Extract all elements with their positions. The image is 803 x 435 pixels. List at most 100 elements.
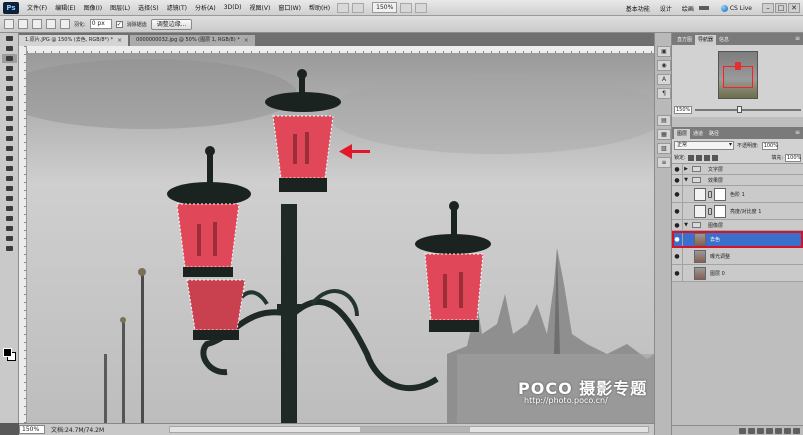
panel-menu-icon[interactable]: ≡ bbox=[795, 129, 800, 136]
lock-all-icon[interactable] bbox=[711, 154, 718, 161]
tab-close-icon[interactable]: × bbox=[117, 35, 122, 46]
layer-desaturate[interactable]: ● 去色 bbox=[672, 231, 803, 248]
navigator-zoom-slider[interactable] bbox=[695, 106, 801, 113]
tab-paths[interactable]: 路径 bbox=[706, 129, 722, 139]
scrollbar-thumb[interactable] bbox=[360, 427, 470, 432]
close-button[interactable]: ✕ bbox=[788, 3, 800, 13]
lock-transparency-icon[interactable] bbox=[687, 154, 694, 161]
paragraph-panel-icon[interactable]: ¶ bbox=[657, 88, 671, 99]
move-tool-icon[interactable] bbox=[2, 34, 17, 43]
new-selection-icon[interactable] bbox=[18, 19, 28, 29]
document-size-info[interactable]: 文档:24.7M/74.2M bbox=[51, 425, 104, 434]
adjustments-panel-icon[interactable]: ▤ bbox=[657, 115, 671, 126]
3d-orbit-tool-icon[interactable] bbox=[2, 224, 17, 233]
visibility-eye-icon[interactable]: ● bbox=[672, 265, 683, 281]
menu-select[interactable]: 选择(S) bbox=[134, 3, 163, 12]
masks-panel-icon[interactable]: ▧ bbox=[657, 143, 671, 154]
menu-analysis[interactable]: 分析(A) bbox=[191, 3, 220, 12]
arrange-documents-icon[interactable] bbox=[415, 2, 428, 13]
history-panel-icon[interactable]: ▣ bbox=[657, 46, 671, 57]
path-select-tool-icon[interactable] bbox=[2, 194, 17, 203]
status-zoom-field[interactable]: 150% bbox=[19, 425, 45, 434]
navigator-view-box[interactable] bbox=[723, 66, 753, 88]
gradient-tool-icon[interactable] bbox=[2, 144, 17, 153]
type-tool-icon[interactable] bbox=[2, 184, 17, 193]
horizontal-ruler[interactable] bbox=[27, 46, 654, 54]
menu-filter[interactable]: 滤镜(T) bbox=[163, 3, 191, 12]
blur-tool-icon[interactable] bbox=[2, 154, 17, 163]
workspace-current[interactable] bbox=[698, 6, 709, 10]
visibility-eye-icon[interactable]: ● bbox=[672, 186, 683, 202]
foreground-color-swatch[interactable] bbox=[3, 348, 12, 357]
collapse-arrow-icon[interactable]: ▶ bbox=[683, 166, 689, 172]
layer-mask-thumbnail[interactable] bbox=[714, 204, 726, 218]
visibility-eye-icon[interactable]: ● bbox=[672, 175, 683, 185]
menu-file[interactable]: 文件(F) bbox=[23, 3, 51, 12]
opacity-field[interactable]: 100% bbox=[761, 141, 778, 150]
eraser-tool-icon[interactable] bbox=[2, 134, 17, 143]
menu-edit[interactable]: 编辑(E) bbox=[51, 3, 79, 12]
visibility-eye-icon[interactable]: ● bbox=[672, 164, 683, 174]
visibility-eye-icon[interactable]: ● bbox=[672, 220, 683, 230]
swatches-panel-icon[interactable]: ≡ bbox=[657, 157, 671, 168]
tab-histogram[interactable]: 直方图 bbox=[674, 35, 695, 45]
dodge-tool-icon[interactable] bbox=[2, 164, 17, 173]
workspace-design[interactable]: 设计 bbox=[655, 4, 677, 13]
bridge-icon[interactable] bbox=[337, 2, 350, 13]
hand-tool-icon[interactable] bbox=[2, 234, 17, 243]
minibridge-icon[interactable] bbox=[352, 2, 365, 13]
history-brush-tool-icon[interactable] bbox=[2, 124, 17, 133]
expand-arrow-icon[interactable]: ▼ bbox=[683, 177, 689, 183]
menu-image[interactable]: 图像(I) bbox=[80, 3, 106, 12]
menu-view[interactable]: 视图(V) bbox=[246, 3, 275, 12]
layer-mask-thumbnail[interactable] bbox=[714, 187, 726, 201]
add-selection-icon[interactable] bbox=[32, 19, 42, 29]
shape-tool-icon[interactable] bbox=[2, 204, 17, 213]
document-canvas[interactable]: POCO 摄影专题 http://photo.poco.cn/ bbox=[27, 54, 654, 423]
layer-brightness-contrast[interactable]: ● 亮度/对比度 1 bbox=[672, 203, 803, 220]
expand-arrow-icon[interactable]: ▼ bbox=[683, 222, 689, 228]
menu-3d[interactable]: 3D(D) bbox=[220, 4, 246, 11]
crop-tool-icon[interactable] bbox=[2, 74, 17, 83]
lock-position-icon[interactable] bbox=[703, 154, 710, 161]
layer-group-text[interactable]: ● ▶ 文字层 bbox=[672, 164, 803, 175]
layer-exposure[interactable]: ● 曝光调整 bbox=[672, 248, 803, 265]
marquee-tool-icon[interactable] bbox=[2, 44, 17, 53]
menu-window[interactable]: 窗口(W) bbox=[274, 3, 305, 12]
layer-levels[interactable]: ● 色阶 1 bbox=[672, 186, 803, 203]
menu-layer[interactable]: 图层(L) bbox=[106, 3, 134, 12]
maximize-button[interactable]: □ bbox=[775, 3, 787, 13]
slider-knob[interactable] bbox=[737, 106, 743, 113]
pen-tool-icon[interactable] bbox=[2, 174, 17, 183]
antialias-checkbox[interactable]: ✓ bbox=[115, 20, 123, 28]
clone-stamp-tool-icon[interactable] bbox=[2, 114, 17, 123]
link-layers-icon[interactable] bbox=[739, 427, 746, 434]
lasso-tool-icon[interactable] bbox=[2, 54, 17, 63]
navigator-zoom-field[interactable]: 150% bbox=[674, 106, 692, 114]
layer-group-effects[interactable]: ● ▼ 效果层 bbox=[672, 175, 803, 186]
workspace-essentials[interactable]: 基本功能 bbox=[621, 4, 655, 13]
intersect-selection-icon[interactable] bbox=[60, 19, 70, 29]
styles-panel-icon[interactable]: ▦ bbox=[657, 129, 671, 140]
fill-field[interactable]: 100% bbox=[785, 153, 801, 162]
tab-close-icon[interactable]: × bbox=[244, 35, 249, 46]
feather-input[interactable]: 0 px bbox=[89, 19, 112, 29]
subtract-selection-icon[interactable] bbox=[46, 19, 56, 29]
layer-group-image[interactable]: ● ▼ 图像层 bbox=[672, 220, 803, 231]
visibility-eye-icon[interactable]: ● bbox=[672, 231, 683, 247]
3d-rotate-tool-icon[interactable] bbox=[2, 214, 17, 223]
tab-info[interactable]: 信息 bbox=[716, 35, 732, 45]
zoom-level-select[interactable]: 150% bbox=[372, 2, 398, 13]
visibility-eye-icon[interactable]: ● bbox=[672, 203, 683, 219]
new-adjustment-icon[interactable] bbox=[766, 427, 773, 434]
visibility-eye-icon[interactable]: ● bbox=[672, 248, 683, 264]
horizontal-scrollbar[interactable] bbox=[169, 426, 649, 433]
actions-panel-icon[interactable]: ◉ bbox=[657, 60, 671, 71]
refine-edge-button[interactable]: 调整边缘... bbox=[150, 18, 193, 30]
workspace-painting[interactable]: 绘画 bbox=[677, 4, 699, 13]
layer-0[interactable]: ● 图层 0 bbox=[672, 265, 803, 282]
brush-tool-icon[interactable] bbox=[2, 104, 17, 113]
hand-view-icon[interactable] bbox=[400, 2, 413, 13]
character-panel-icon[interactable]: A bbox=[657, 74, 671, 85]
menu-help[interactable]: 帮助(H) bbox=[305, 3, 334, 12]
